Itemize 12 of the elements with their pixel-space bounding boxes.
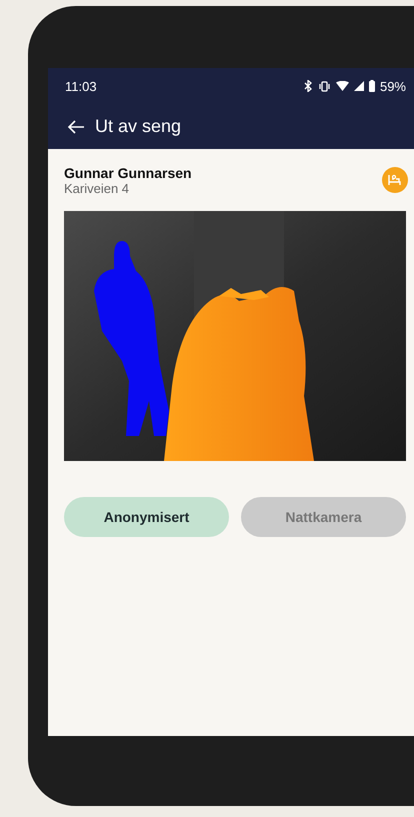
vibrate-icon (318, 80, 331, 92)
resident-address: Kariveien 4 (64, 181, 130, 196)
resident-name: Gunnar Gunnarsen (64, 165, 192, 181)
wifi-icon (336, 81, 349, 91)
bluetooth-icon (304, 80, 313, 92)
back-arrow-icon[interactable] (67, 120, 85, 134)
mode-button[interactable]: Anonymisert (64, 497, 229, 537)
screen-title: Ut av seng (95, 116, 182, 137)
status-time: 11:03 (65, 78, 97, 94)
signal-icon (354, 81, 364, 91)
battery-icon (368, 80, 375, 92)
battery-percentage: 59% (380, 78, 406, 94)
